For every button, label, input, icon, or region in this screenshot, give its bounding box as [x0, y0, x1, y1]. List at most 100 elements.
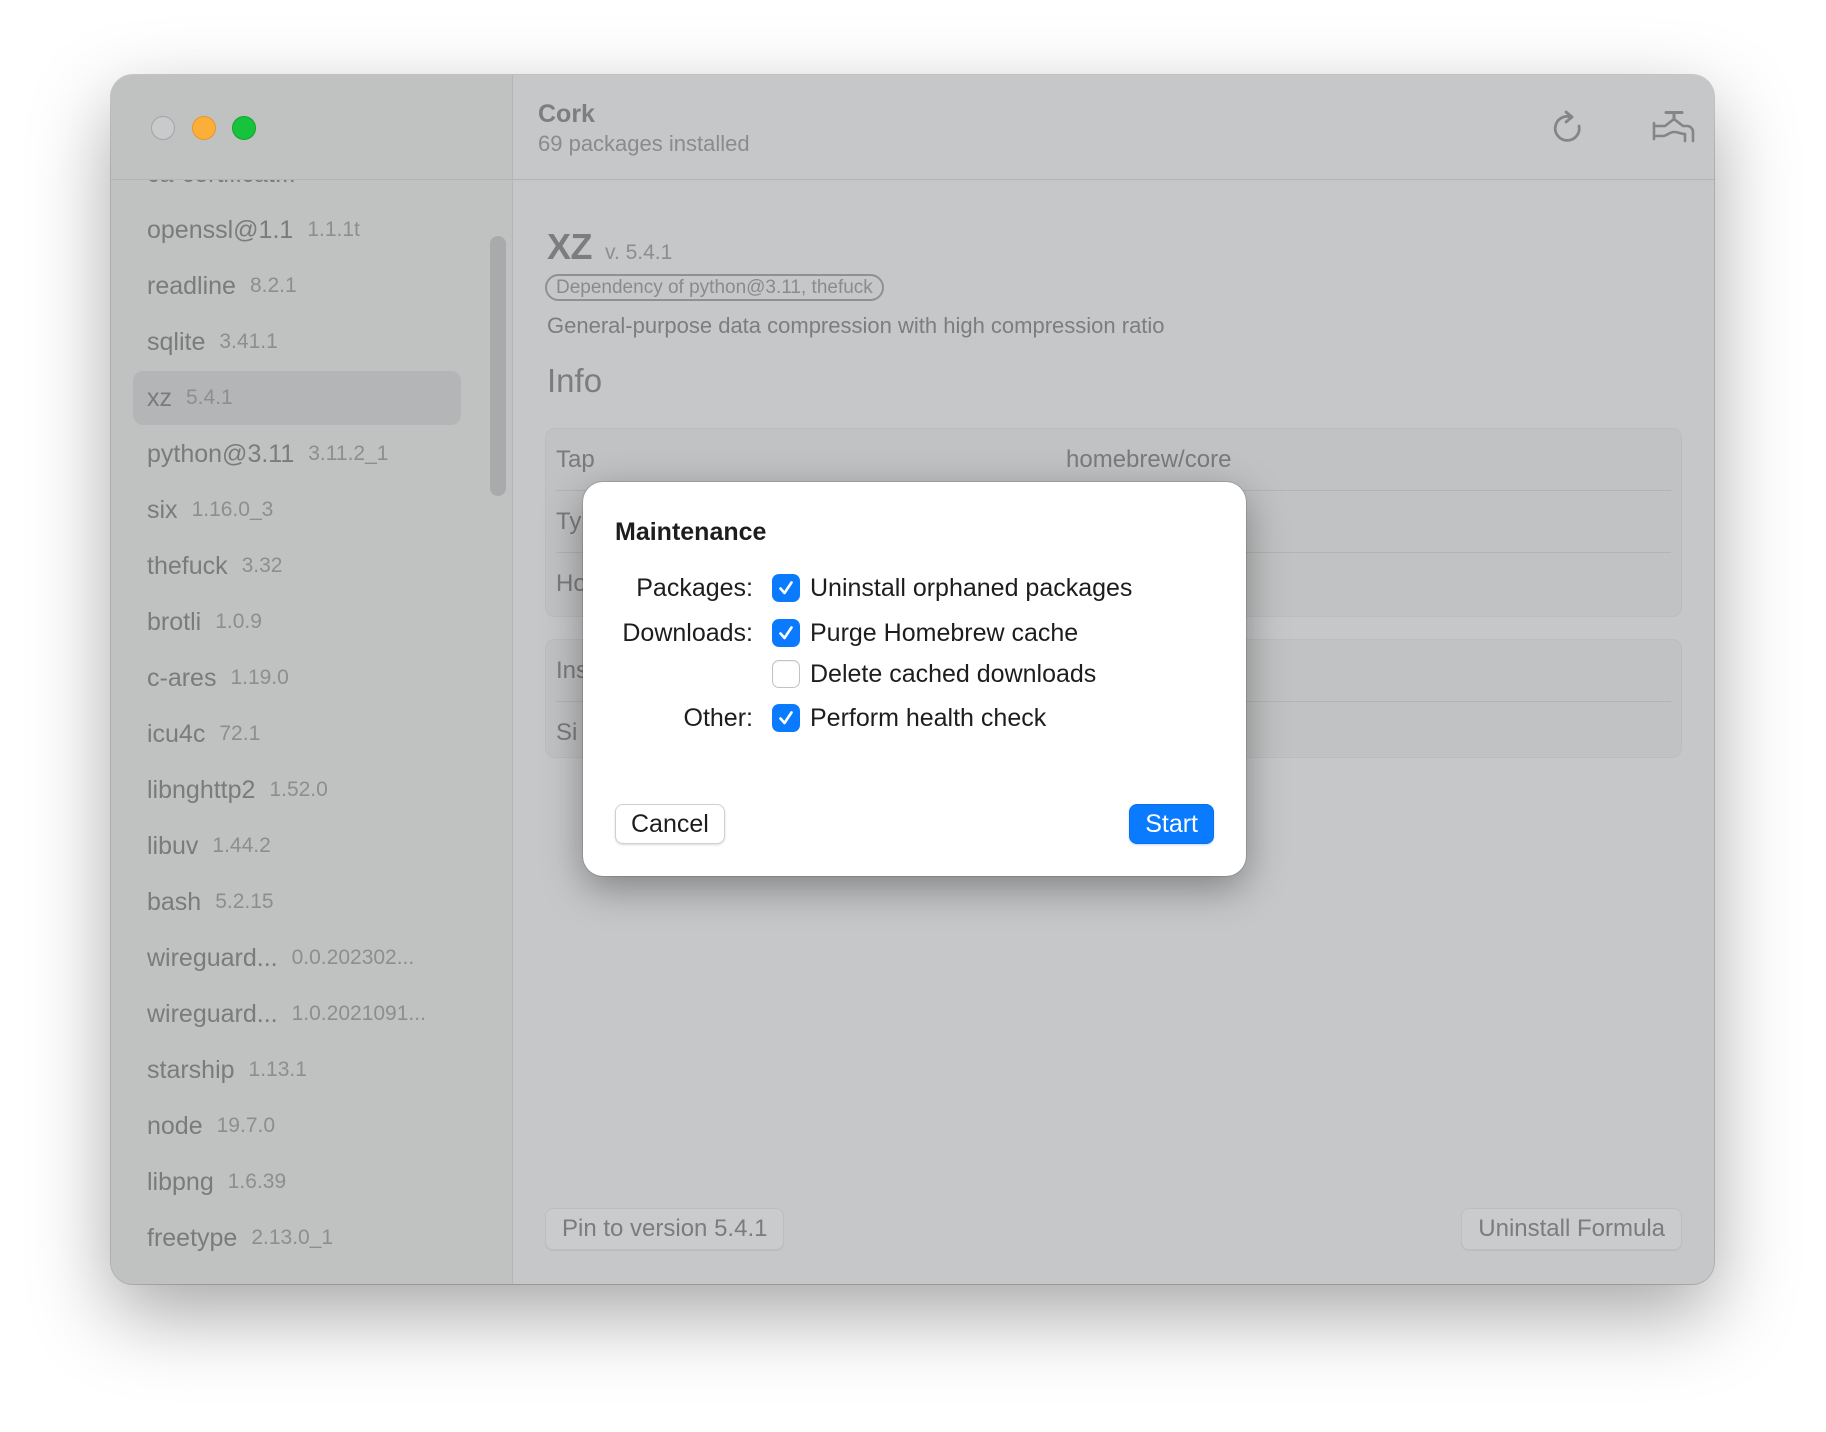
package-name: fontconfig: [147, 1280, 255, 1285]
info-label: Si: [556, 719, 578, 746]
option-label[interactable]: Perform health check: [810, 704, 1046, 733]
maintenance-dialog: Maintenance Packages: Uninstall orphaned …: [583, 482, 1246, 876]
minimize-window-button[interactable]: [192, 116, 216, 140]
sidebar-package-item[interactable]: six 1.16.0_3: [133, 483, 461, 537]
package-version-label: 8.2.1: [249, 274, 297, 297]
sidebar-package-item[interactable]: thefuck 3.32: [133, 539, 461, 593]
option-group-label: Other:: [683, 704, 753, 732]
option-label[interactable]: Uninstall orphaned packages: [810, 574, 1132, 603]
package-version-label: 1.1.1t: [307, 218, 360, 241]
option-label[interactable]: Delete cached downloads: [810, 660, 1096, 689]
checkmark-icon: [779, 626, 793, 640]
checkmark-icon: [779, 711, 793, 725]
package-version-label: 1.0.2021091...: [291, 1002, 426, 1025]
option-label[interactable]: Purge Homebrew cache: [810, 619, 1078, 648]
package-version-label: 72.1: [219, 722, 261, 745]
sidebar-package-item[interactable]: brotli 1.0.9: [133, 595, 461, 649]
option-checkbox[interactable]: [772, 660, 800, 688]
info-label: Ty: [556, 508, 582, 535]
option-checkbox[interactable]: [772, 704, 800, 732]
cancel-button[interactable]: Cancel: [615, 804, 725, 844]
sidebar-package-item[interactable]: node 19.7.0: [133, 1099, 461, 1153]
toolbar: Cork 69 packages installed: [513, 75, 1714, 180]
sidebar-package-item[interactable]: ca-certificat... 2023-01-10: [133, 180, 461, 201]
package-name: six: [147, 495, 178, 524]
package-title: XZ: [547, 226, 593, 267]
sidebar-package-item[interactable]: c-ares 1.19.0: [133, 651, 461, 705]
package-version-label: 2.13.0_1: [251, 1226, 334, 1249]
package-version-label: 5.2.15: [215, 890, 274, 913]
sidebar: ca-certificat... 2023-01-10 openssl@1.1 1.1…: [111, 75, 513, 1284]
sidebar-package-item[interactable]: freetype 2.13.0_1: [133, 1211, 461, 1265]
package-version-label: 1.16.0_3: [191, 498, 274, 521]
sidebar-package-item[interactable]: libnghttp2 1.52.0: [133, 763, 461, 817]
maintenance-option-row: Other: Perform health check: [583, 702, 1246, 736]
package-version-label: 19.7.0: [216, 1114, 276, 1137]
maintenance-option-row: Delete cached downloads: [583, 658, 1246, 692]
maintenance-option-row: Downloads: Purge Homebrew cache: [583, 617, 1246, 651]
sidebar-package-item[interactable]: fontconfig: [133, 1267, 461, 1285]
option-checkbox[interactable]: [772, 574, 800, 602]
package-version-label: 1.52.0: [269, 778, 328, 801]
info-heading: Info: [547, 362, 603, 399]
package-name: thefuck: [147, 551, 228, 580]
sidebar-package-item[interactable]: xz 5.4.1: [133, 371, 461, 425]
sidebar-package-item[interactable]: libuv 1.44.2: [133, 819, 461, 873]
uninstall-formula-button[interactable]: Uninstall Formula: [1461, 1208, 1682, 1250]
dialog-title: Maintenance: [615, 518, 767, 546]
package-name: c-ares: [147, 663, 217, 692]
checkmark-icon: [779, 581, 793, 595]
sidebar-package-item[interactable]: readline 8.2.1: [133, 259, 461, 313]
refresh-icon: [1553, 110, 1581, 142]
package-version-label: 1.44.2: [212, 834, 271, 857]
maximize-window-button[interactable]: [232, 116, 256, 140]
package-name: starship: [147, 1055, 235, 1084]
package-name: libpng: [147, 1167, 214, 1196]
faucet-icon: [1652, 111, 1695, 143]
package-name: node: [147, 1111, 203, 1140]
close-window-button[interactable]: [151, 116, 175, 140]
package-name: openssl@1.1: [147, 215, 294, 244]
package-name: readline: [147, 271, 236, 300]
sidebar-package-item[interactable]: libpng 1.6.39: [133, 1155, 461, 1209]
package-name: ca-certificat...: [147, 180, 296, 189]
package-name: brotli: [147, 607, 202, 636]
package-name: libuv: [147, 831, 199, 860]
sidebar-scrollbar[interactable]: [490, 236, 506, 496]
sidebar-package-item[interactable]: wireguard... 0.0.202302...: [133, 931, 461, 985]
package-name: wireguard...: [147, 999, 278, 1028]
info-label: Tap: [556, 446, 595, 473]
start-button[interactable]: Start: [1129, 804, 1214, 844]
sidebar-package-item[interactable]: icu4c 72.1: [133, 707, 461, 761]
package-description: General-purpose data compression with hi…: [547, 313, 1165, 338]
dependency-badge: Dependency of python@3.11, thefuck: [545, 274, 884, 301]
package-name: xz: [147, 383, 172, 412]
manage-taps-button[interactable]: [1644, 105, 1704, 149]
package-name: python@3.11: [147, 439, 295, 468]
package-count: 69 packages installed: [538, 131, 750, 156]
package-version-label: 1.13.1: [248, 1058, 307, 1081]
package-name: icu4c: [147, 719, 206, 748]
pin-version-button[interactable]: Pin to version 5.4.1: [545, 1208, 785, 1250]
sidebar-titlebar: [111, 75, 512, 180]
package-version: v. 5.4.1: [605, 241, 673, 264]
package-name: bash: [147, 887, 202, 916]
package-version-label: 1.6.39: [227, 1170, 287, 1193]
package-version-label: 5.4.1: [186, 386, 233, 409]
refresh-button[interactable]: [1546, 105, 1590, 149]
sidebar-package-item[interactable]: sqlite 3.41.1: [133, 315, 461, 369]
package-version-label: 0.0.202302...: [291, 946, 415, 969]
sidebar-package-item[interactable]: python@3.11 3.11.2_1: [133, 427, 461, 481]
package-version-label: 3.32: [241, 554, 283, 577]
sidebar-package-item[interactable]: bash 5.2.15: [133, 875, 461, 929]
package-name: freetype: [147, 1223, 238, 1252]
package-name: wireguard...: [147, 943, 278, 972]
package-name: sqlite: [147, 327, 206, 356]
package-name: libnghttp2: [147, 775, 256, 804]
maintenance-option-row: Packages: Uninstall orphaned packages: [583, 572, 1246, 606]
sidebar-package-item[interactable]: starship 1.13.1: [133, 1043, 461, 1097]
package-list[interactable]: ca-certificat... 2023-01-10 openssl@1.1 1.1…: [111, 180, 512, 1284]
sidebar-package-item[interactable]: openssl@1.1 1.1.1t: [133, 203, 461, 257]
option-checkbox[interactable]: [772, 619, 800, 647]
sidebar-package-item[interactable]: wireguard... 1.0.2021091...: [133, 987, 461, 1041]
